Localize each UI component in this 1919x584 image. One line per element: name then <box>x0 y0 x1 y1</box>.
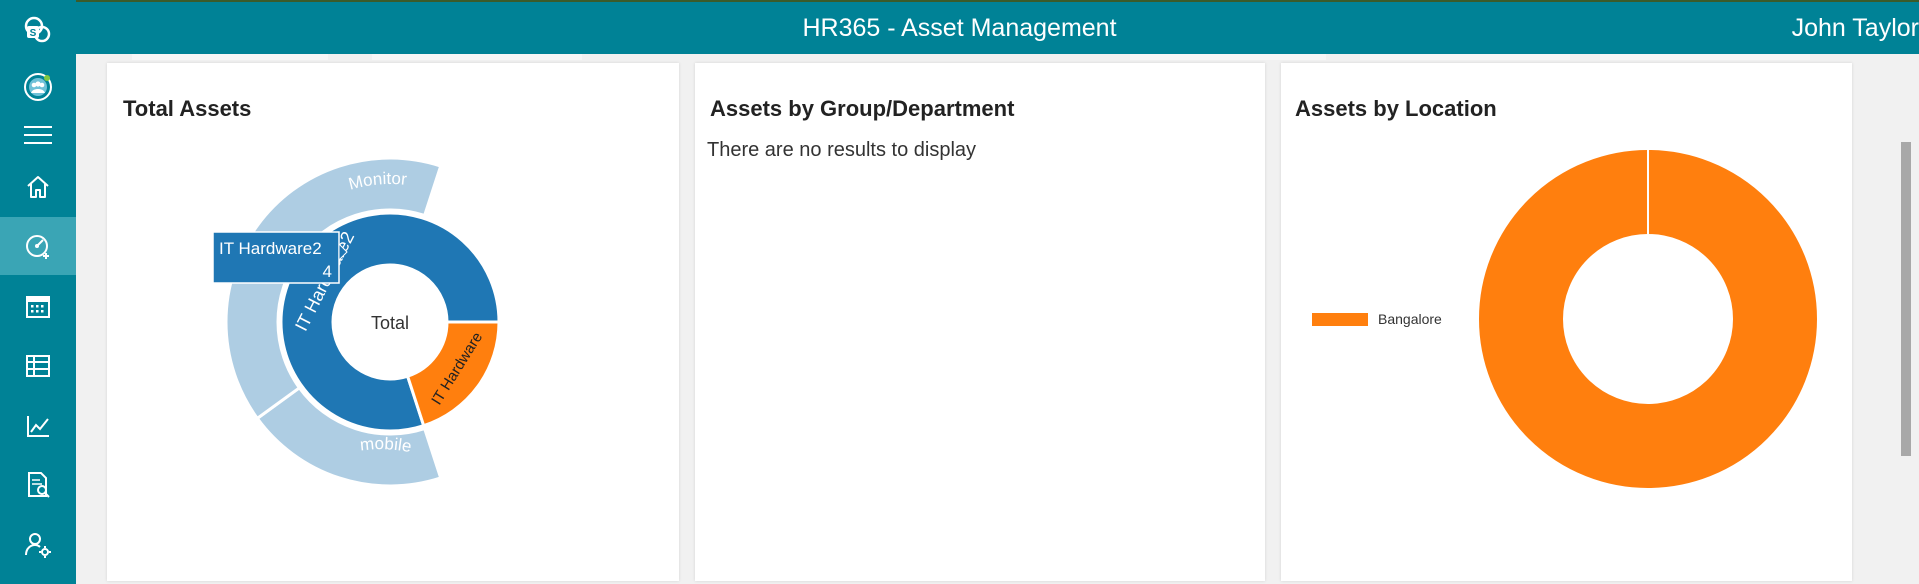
tab-strip <box>372 54 582 60</box>
calendar-icon <box>26 296 50 318</box>
legend-swatch <box>1312 313 1368 326</box>
assets-by-location-card: Assets by Location Bangalore <box>1281 63 1852 581</box>
nav-reports-chart[interactable] <box>0 397 76 455</box>
app-title: HR365 - Asset Management <box>802 14 1117 42</box>
people-app-icon <box>24 73 52 101</box>
dashboard-icon <box>26 235 49 259</box>
total-assets-card: Total Assets TotalMonitormobileIT Hardwa… <box>107 63 679 581</box>
tooltip: IT Hardware24 <box>212 231 348 284</box>
table-icon <box>26 355 50 377</box>
menu-icon <box>24 126 52 144</box>
sharepoint-logo-icon: S <box>24 16 51 43</box>
nav-table[interactable] <box>0 337 76 395</box>
empty-message: There are no results to display <box>707 139 977 161</box>
report-search-icon <box>28 472 50 498</box>
chart-line-icon <box>27 416 49 437</box>
location-donut-chart: Bangalore <box>1312 150 1817 488</box>
legend-label: Bangalore <box>1378 311 1442 327</box>
tooltip-value: 4 <box>323 262 332 281</box>
sidebar: S <box>0 0 76 584</box>
home-icon <box>27 176 49 198</box>
sunburst-chart: TotalMonitormobileIT Hardware2IT Hardwar… <box>212 156 501 488</box>
nav-dashboard[interactable] <box>0 217 76 275</box>
nav-home[interactable] <box>0 158 76 216</box>
card-title: Assets by Group/Department <box>710 96 1015 121</box>
user-name[interactable]: John Taylor <box>1792 14 1919 43</box>
center-label: Total <box>371 313 409 333</box>
menu-button[interactable] <box>0 106 76 164</box>
card-title: Assets by Location <box>1295 96 1497 121</box>
tab-strip <box>132 54 328 60</box>
vertical-scrollbar[interactable] <box>1901 142 1911 456</box>
tooltip-label: IT Hardware2 <box>219 239 322 258</box>
assets-by-group-card: Assets by Group/Department There are no … <box>695 63 1265 581</box>
tab-strip <box>1360 54 1570 60</box>
app-header: HR365 - Asset Management John Taylor <box>0 0 1919 54</box>
card-title: Total Assets <box>123 96 252 121</box>
svg-text:S: S <box>30 28 37 39</box>
nav-user-settings[interactable] <box>0 516 76 574</box>
nav-calendar[interactable] <box>0 277 76 335</box>
nav-report-search[interactable] <box>0 456 76 514</box>
user-settings-icon <box>25 533 51 558</box>
label-mobile: mobile <box>359 434 413 456</box>
sharepoint-logo[interactable]: S <box>0 2 76 58</box>
tab-strip <box>1600 54 1810 60</box>
tab-strip <box>1130 54 1326 60</box>
